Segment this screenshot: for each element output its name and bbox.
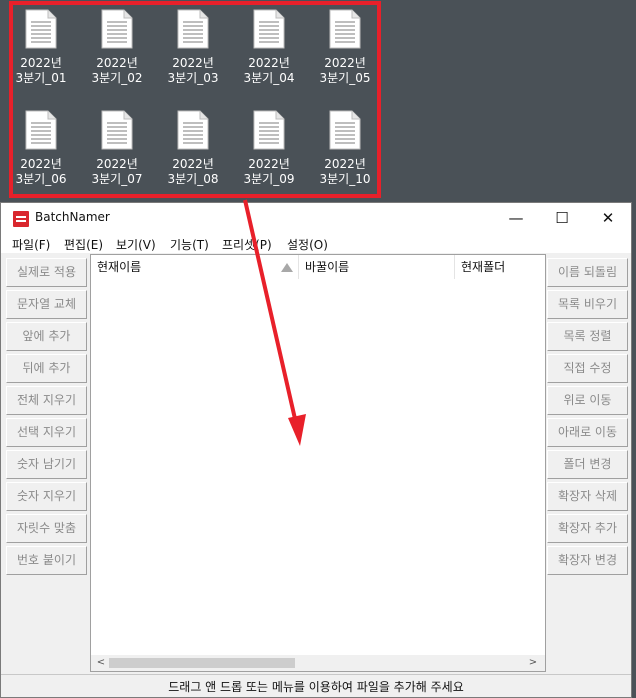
add-numbering-button[interactable]: 번호 붙이기 — [6, 546, 87, 575]
file-icon-item[interactable]: 2022년 3분기_08 — [161, 110, 225, 187]
column-header-new-name[interactable]: 바꿀이름 — [299, 255, 455, 279]
document-icon — [177, 9, 209, 49]
title-bar[interactable]: BatchNamer — ☐ ✕ — [1, 203, 631, 233]
change-folder-button[interactable]: 폴더 변경 — [547, 450, 628, 479]
file-icon-item[interactable]: 2022년 3분기_01 — [9, 9, 73, 86]
file-list[interactable]: 현재이름 바꿀이름 현재폴더 < > — [90, 254, 546, 672]
document-icon — [253, 9, 285, 49]
file-name: 2022년 3분기_08 — [167, 157, 219, 186]
document-icon — [25, 9, 57, 49]
menu-presets[interactable]: 프리셋(P) — [222, 236, 272, 253]
scroll-right-icon[interactable]: > — [525, 655, 541, 671]
append-button[interactable]: 뒤에 추가 — [6, 354, 87, 383]
batchnamer-window: BatchNamer — ☐ ✕ 파일(F) 편집(E) 보기(V) 기능(T)… — [0, 202, 632, 698]
file-name: 2022년 3분기_02 — [91, 56, 143, 85]
file-name: 2022년 3분기_06 — [15, 157, 67, 186]
clear-all-button[interactable]: 전체 지우기 — [6, 386, 87, 415]
menu-edit[interactable]: 편집(E) — [64, 236, 103, 253]
prepend-button[interactable]: 앞에 추가 — [6, 322, 87, 351]
file-icon-item[interactable]: 2022년 3분기_09 — [237, 110, 301, 187]
file-name: 2022년 3분기_10 — [319, 157, 371, 186]
horizontal-scrollbar[interactable]: < > — [91, 655, 545, 671]
document-icon — [101, 9, 133, 49]
document-icon — [329, 110, 361, 150]
app-icon — [13, 211, 29, 227]
sort-ascending-icon — [281, 263, 293, 272]
move-up-button[interactable]: 위로 이동 — [547, 386, 628, 415]
list-header: 현재이름 바꿀이름 현재폴더 — [91, 255, 545, 279]
file-name: 2022년 3분기_05 — [319, 56, 371, 85]
close-button[interactable]: ✕ — [585, 203, 631, 233]
file-name: 2022년 3분기_03 — [167, 56, 219, 85]
file-icon-item[interactable]: 2022년 3분기_03 — [161, 9, 225, 86]
scroll-thumb[interactable] — [109, 658, 295, 668]
document-icon — [329, 9, 361, 49]
document-icon — [25, 110, 57, 150]
sort-list-button[interactable]: 목록 정렬 — [547, 322, 628, 351]
apply-button[interactable]: 실제로 적용 — [6, 258, 87, 287]
file-name: 2022년 3분기_07 — [91, 157, 143, 186]
column-header-current-folder[interactable]: 현재폴더 — [455, 255, 545, 279]
document-icon — [177, 110, 209, 150]
move-down-button[interactable]: 아래로 이동 — [547, 418, 628, 447]
window-title: BatchNamer — [35, 210, 110, 224]
file-name: 2022년 3분기_04 — [243, 56, 295, 85]
keep-numbers-button[interactable]: 숫자 남기기 — [6, 450, 87, 479]
column-header-current-name[interactable]: 현재이름 — [91, 255, 299, 279]
menu-view[interactable]: 보기(V) — [116, 236, 156, 253]
revert-name-button[interactable]: 이름 되돌림 — [547, 258, 628, 287]
file-icon-item[interactable]: 2022년 3분기_05 — [313, 9, 377, 86]
menu-settings[interactable]: 설정(O) — [287, 236, 328, 253]
menu-bar: 파일(F) 편집(E) 보기(V) 기능(T) 프리셋(P) 설정(O) — [1, 233, 631, 253]
minimize-button[interactable]: — — [493, 203, 539, 233]
change-extension-button[interactable]: 확장자 변경 — [547, 546, 628, 575]
file-icon-item[interactable]: 2022년 3분기_07 — [85, 110, 149, 187]
status-text: 드래그 앤 드롭 또는 메뉴를 이용하여 파일을 추가해 주세요 — [168, 680, 464, 694]
clear-list-button[interactable]: 목록 비우기 — [547, 290, 628, 319]
file-icon-item[interactable]: 2022년 3분기_06 — [9, 110, 73, 187]
edit-directly-button[interactable]: 직접 수정 — [547, 354, 628, 383]
desktop: 2022년 3분기_01 2022년 3분기_02 2022년 3분기_03 2022… — [0, 0, 636, 200]
delete-extension-button[interactable]: 확장자 삭제 — [547, 482, 628, 511]
file-name: 2022년 3분기_01 — [15, 56, 67, 85]
replace-string-button[interactable]: 문자열 교체 — [6, 290, 87, 319]
maximize-button[interactable]: ☐ — [539, 203, 585, 233]
file-name: 2022년 3분기_09 — [243, 157, 295, 186]
file-icon-item[interactable]: 2022년 3분기_02 — [85, 9, 149, 86]
menu-file[interactable]: 파일(F) — [12, 236, 50, 253]
pad-digits-button[interactable]: 자릿수 맞춤 — [6, 514, 87, 543]
scroll-left-icon[interactable]: < — [93, 655, 109, 671]
document-icon — [253, 110, 285, 150]
file-icon-item[interactable]: 2022년 3분기_04 — [237, 9, 301, 86]
menu-tools[interactable]: 기능(T) — [170, 236, 209, 253]
add-extension-button[interactable]: 확장자 추가 — [547, 514, 628, 543]
clear-selected-button[interactable]: 선택 지우기 — [6, 418, 87, 447]
file-icon-item[interactable]: 2022년 3분기_10 — [313, 110, 377, 187]
document-icon — [101, 110, 133, 150]
remove-numbers-button[interactable]: 숫자 지우기 — [6, 482, 87, 511]
status-bar: 드래그 앤 드롭 또는 메뉴를 이용하여 파일을 추가해 주세요 — [1, 674, 631, 697]
